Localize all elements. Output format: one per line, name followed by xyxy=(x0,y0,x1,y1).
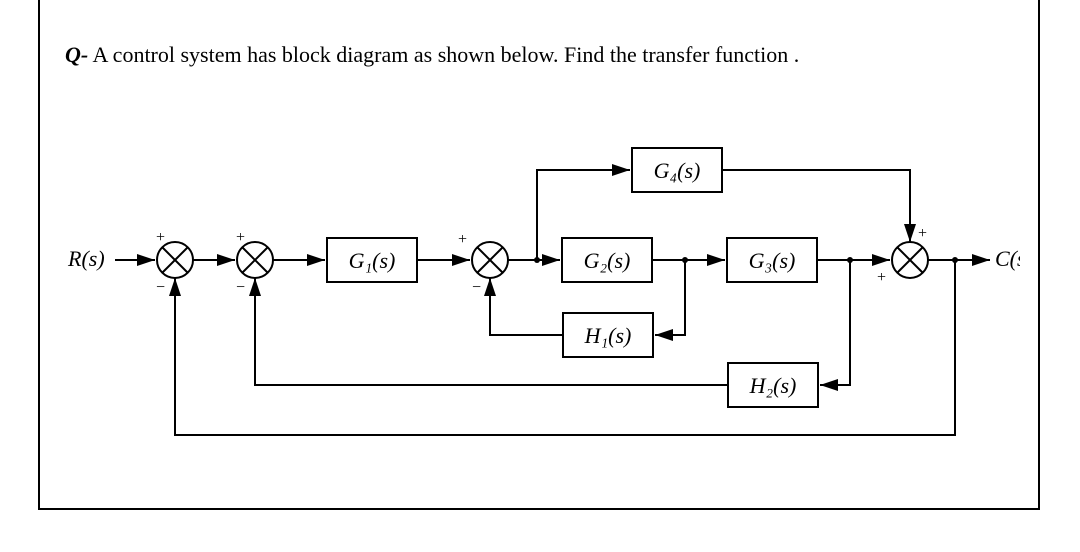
svg-text:G₃(s): G₃(s) xyxy=(749,248,796,273)
wire-h2-in xyxy=(820,260,850,385)
question-body: A control system has block diagram as sh… xyxy=(88,42,799,67)
question-prefix: Q- xyxy=(65,42,88,67)
s2-sign-plus: + xyxy=(236,229,245,246)
wire-h2-out xyxy=(255,278,728,385)
block-g4: G₄(s) xyxy=(632,148,722,192)
block-h1: H₁(s) xyxy=(563,313,653,357)
input-label: R(s) xyxy=(67,246,105,271)
block-diagram: R(s) + − + − G₁(s) + − G₂(s) xyxy=(60,110,1020,450)
svg-text:G₄(s): G₄(s) xyxy=(654,158,701,183)
wire-h1-in xyxy=(655,260,685,335)
s2-sign-minus: − xyxy=(236,279,245,296)
wire-h1-out xyxy=(490,278,563,335)
block-g3: G₃(s) xyxy=(727,238,817,282)
block-g1: G₁(s) xyxy=(327,238,417,282)
question-text: Q- A control system has block diagram as… xyxy=(65,42,799,68)
svg-text:H₁(s): H₁(s) xyxy=(584,323,632,348)
block-h2: H₂(s) xyxy=(728,363,818,407)
block-g2: G₂(s) xyxy=(562,238,652,282)
svg-text:G₂(s): G₂(s) xyxy=(584,248,631,273)
s1-sign-minus: − xyxy=(156,279,165,296)
s4-sign-plus-left: + xyxy=(877,269,886,286)
svg-text:H₂(s): H₂(s) xyxy=(749,373,797,398)
s3-sign-plus: + xyxy=(458,231,467,248)
wire-g4-out xyxy=(722,170,910,242)
s3-sign-minus: − xyxy=(472,279,481,296)
svg-text:G₁(s): G₁(s) xyxy=(349,248,396,273)
output-label: C(s) xyxy=(995,246,1020,271)
s1-sign-plus: + xyxy=(156,229,165,246)
s4-sign-plus-top: + xyxy=(918,225,927,242)
